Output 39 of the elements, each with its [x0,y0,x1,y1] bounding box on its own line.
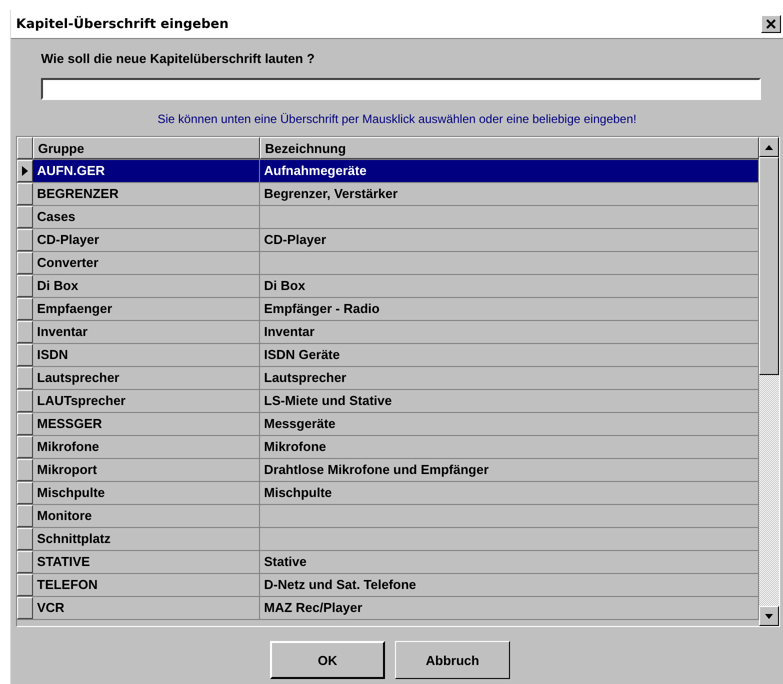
row-selector[interactable] [17,436,33,458]
row-selector[interactable] [17,482,33,504]
column-header[interactable]: Gruppe [33,137,260,159]
row-selector[interactable] [17,344,33,366]
dialog-button[interactable]: OK [270,641,385,679]
row-selector[interactable] [17,229,33,251]
down-arrow-icon [765,614,773,618]
row-selector[interactable] [17,275,33,297]
dialog-button[interactable]: Abbruch [395,641,510,679]
row-selector[interactable] [17,459,33,481]
row-selector[interactable] [17,252,33,274]
prompt-label: Wie soll die neue Kapitelüberschrift lauten ? [41,51,316,66]
row-selector[interactable] [17,574,33,596]
up-arrow-icon [765,144,773,150]
row-selector[interactable] [17,298,33,320]
row-selector[interactable] [17,160,33,182]
window-title: Kapitel-Überschrift eingeben [16,16,229,32]
row-selector[interactable] [17,321,33,343]
hint-text: Sie können unten eine Überschrift per Mausklick auswählen oder eine beliebige eingeben! [156,112,638,126]
row-selector[interactable] [17,183,33,205]
scroll-down-button[interactable] [759,606,779,626]
row-selector[interactable] [17,390,33,412]
row-selector[interactable] [17,367,33,389]
column-header[interactable]: Bezeichnung [260,137,759,159]
row-selector[interactable] [17,206,33,228]
scroll-bar[interactable] [759,137,779,626]
close-button[interactable] [761,15,781,33]
table-cell[interactable]: AUFN.GER [33,160,260,182]
current-row-icon [22,166,28,176]
table-cell[interactable]: Aufnahmegeräte [260,160,759,182]
row-selector[interactable] [17,505,33,527]
scroll-up-button[interactable] [759,137,779,157]
row-selector[interactable] [17,528,33,550]
row-selector[interactable] [17,597,33,619]
row-selector[interactable] [17,413,33,435]
scroll-thumb[interactable] [759,157,779,375]
close-icon [766,19,776,29]
row-selector[interactable] [17,551,33,573]
heading-field[interactable] [41,78,761,100]
